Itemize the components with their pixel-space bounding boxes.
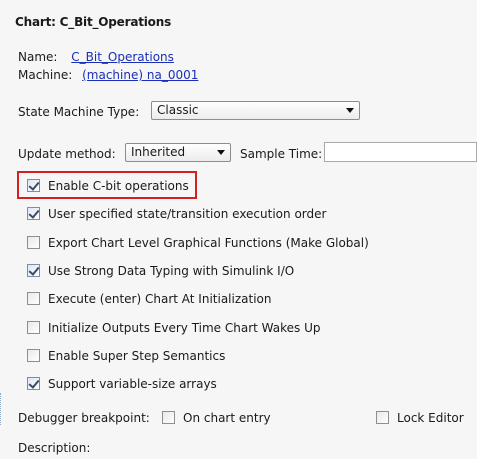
update-method-label: Update method:	[18, 147, 116, 161]
lock-editor-checkbox[interactable]	[376, 411, 389, 424]
option-label: Export Chart Level Graphical Functions (…	[48, 236, 369, 250]
option-label: Support variable-size arrays	[48, 377, 217, 391]
chevron-down-icon	[217, 150, 225, 155]
machine-link[interactable]: (machine) na_0001	[82, 68, 198, 82]
chevron-down-icon	[346, 108, 354, 113]
option-label: Enable Super Step Semantics	[48, 349, 226, 363]
description-label: Description:	[18, 441, 91, 455]
state-machine-type-dropdown[interactable]: Classic	[151, 101, 360, 120]
option-checkbox[interactable]	[27, 292, 40, 305]
option-checkbox[interactable]	[27, 264, 40, 277]
chart-properties-dialog: Chart: C_Bit_Operations Name: C_Bit_Oper…	[0, 0, 477, 459]
on-chart-entry-checkbox[interactable]	[162, 411, 175, 424]
option-label: User specified state/transition executio…	[48, 207, 327, 221]
update-method-dropdown[interactable]: Inherited	[125, 143, 231, 162]
checkmark-icon	[28, 179, 40, 191]
option-checkbox[interactable]	[27, 179, 40, 192]
option-label: Execute (enter) Chart At Initialization	[48, 292, 272, 306]
on-chart-entry-label: On chart entry	[183, 411, 271, 425]
option-label: Use Strong Data Typing with Simulink I/O	[48, 264, 295, 278]
option-label: Initialize Outputs Every Time Chart Wake…	[48, 321, 321, 335]
checkmark-icon	[28, 264, 40, 276]
lock-editor-label: Lock Editor	[397, 411, 464, 425]
checkmark-icon	[28, 377, 40, 389]
state-machine-type-value: Classic	[157, 103, 199, 117]
checkmark-icon	[28, 207, 40, 219]
option-checkbox[interactable]	[27, 349, 40, 362]
name-row: Name: C_Bit_Operations	[18, 50, 174, 64]
sample-time-label: Sample Time:	[240, 147, 323, 161]
option-checkbox[interactable]	[27, 236, 40, 249]
option-checkbox[interactable]	[27, 321, 40, 334]
state-machine-type-label: State Machine Type:	[18, 105, 140, 119]
update-method-value: Inherited	[131, 145, 186, 159]
machine-row: Machine: (machine) na_0001	[18, 68, 198, 82]
option-label: Enable C-bit operations	[48, 179, 189, 193]
chart-name-link[interactable]: C_Bit_Operations	[71, 50, 174, 64]
option-checkbox[interactable]	[27, 377, 40, 390]
debugger-breakpoint-label: Debugger breakpoint:	[18, 411, 150, 425]
machine-label: Machine:	[18, 68, 73, 82]
option-checkbox[interactable]	[27, 207, 40, 220]
name-label: Name:	[18, 50, 58, 64]
splitter-edge	[0, 393, 2, 425]
chart-title: Chart: C_Bit_Operations	[15, 15, 172, 29]
sample-time-input[interactable]	[324, 142, 477, 162]
